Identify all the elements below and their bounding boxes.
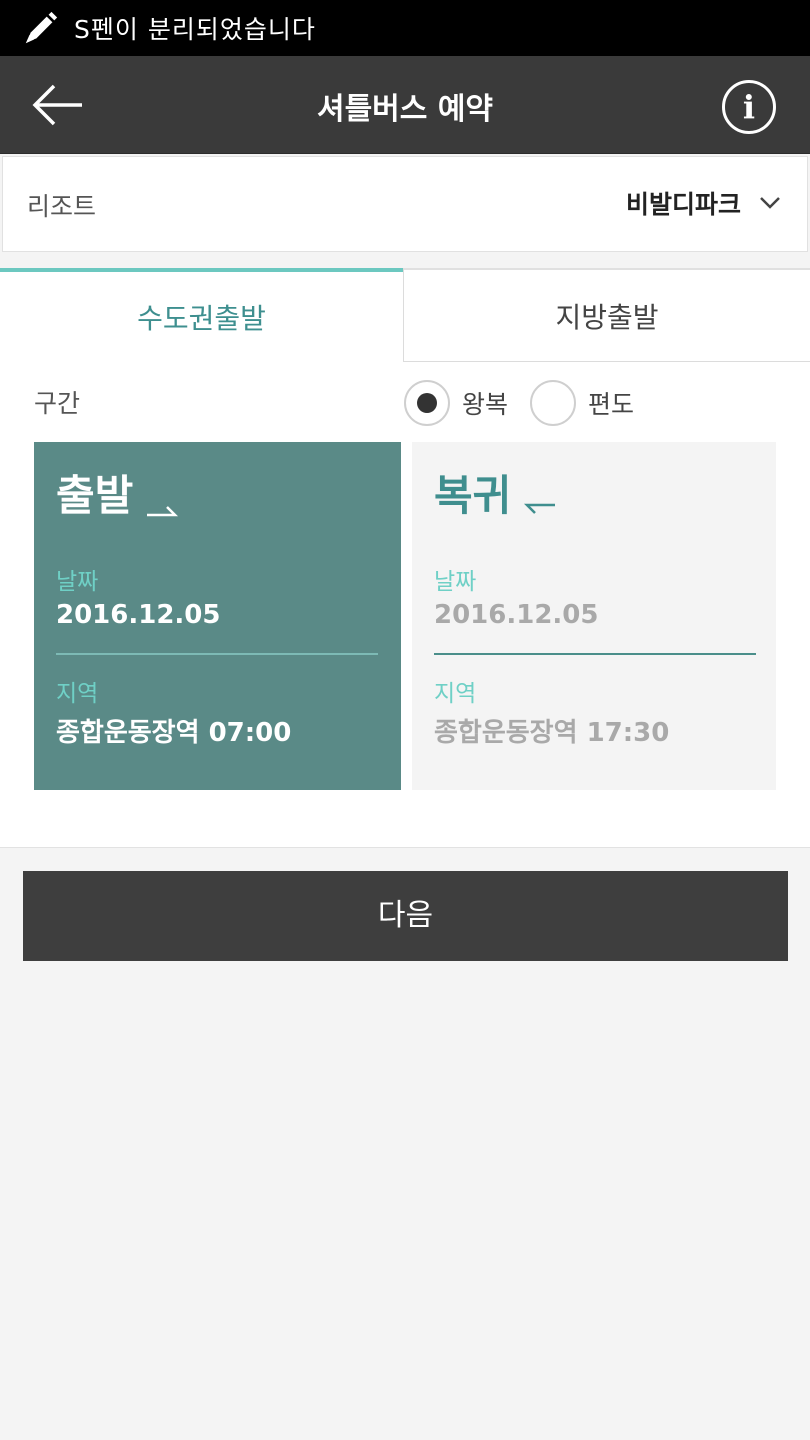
departure-area-label: 지역 xyxy=(56,681,99,707)
resort-dropdown[interactable]: 비발디파크 xyxy=(626,185,781,221)
return-card[interactable]: 복귀 날짜 2016.12.05 지역 종합운동장역 17:30 xyxy=(412,442,776,790)
radio-round-trip-label: 왕복 xyxy=(462,390,509,419)
departure-tabs: 수도권출발 지방출발 xyxy=(0,268,810,362)
departure-area: 종합운동장역 07:00 xyxy=(56,718,292,748)
tab-metropolitan-departure[interactable]: 수도권출발 xyxy=(0,268,403,362)
info-icon[interactable]: i xyxy=(722,80,776,134)
radio-one-way[interactable]: 편도 xyxy=(530,380,634,426)
next-button[interactable]: 다음 xyxy=(23,871,788,961)
resort-label: 리조트 xyxy=(27,192,97,221)
return-divider xyxy=(434,653,756,655)
departure-divider xyxy=(56,653,378,655)
departure-title-row: 출발 xyxy=(56,462,179,523)
return-title: 복귀 xyxy=(434,471,512,520)
resort-value: 비발디파크 xyxy=(625,190,741,219)
tab-regional-departure[interactable]: 지방출발 xyxy=(403,268,810,362)
status-bar: S펜이 분리되었습니다 xyxy=(0,0,810,56)
pen-icon xyxy=(25,11,58,44)
radio-one-way-indicator xyxy=(530,380,577,426)
page-title: 셔틀버스 예약 xyxy=(316,92,494,127)
departure-arrow-icon xyxy=(147,506,179,517)
route-label: 구간 xyxy=(34,389,81,418)
route-panel: 구간 왕복 편도 출발 날짜 2016.12.05 지역 종합운동장역 07:0… xyxy=(0,362,810,848)
return-title-row: 복귀 xyxy=(434,462,557,523)
return-area-label: 지역 xyxy=(434,681,477,707)
status-message: S펜이 분리되었습니다 xyxy=(74,15,316,44)
app-bar: 셔틀버스 예약 i xyxy=(0,56,810,154)
resort-selector: 리조트 비발디파크 xyxy=(2,156,808,252)
return-date: 2016.12.05 xyxy=(434,600,599,630)
return-date-label: 날짜 xyxy=(434,569,477,595)
radio-one-way-label: 편도 xyxy=(588,390,635,419)
trip-type-radio-group: 왕복 편도 xyxy=(404,380,656,426)
chevron-down-icon xyxy=(760,197,780,209)
departure-date: 2016.12.05 xyxy=(56,600,221,630)
radio-round-trip[interactable]: 왕복 xyxy=(404,380,508,426)
return-arrow-icon xyxy=(524,503,556,514)
return-area: 종합운동장역 17:30 xyxy=(434,718,670,748)
departure-date-label: 날짜 xyxy=(56,569,99,595)
departure-card[interactable]: 출발 날짜 2016.12.05 지역 종합운동장역 07:00 xyxy=(34,442,401,790)
radio-round-trip-indicator xyxy=(404,380,450,426)
departure-title: 출발 xyxy=(56,471,134,520)
